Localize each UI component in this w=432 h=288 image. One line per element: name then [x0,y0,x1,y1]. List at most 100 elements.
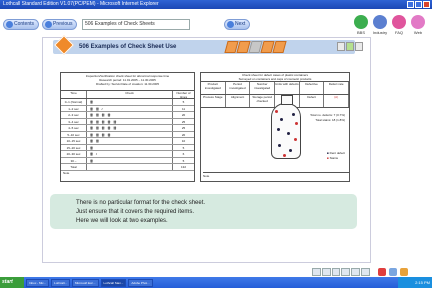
callout-line-1: There is no particular format for the ch… [76,200,206,206]
time-cell: 30 – [61,157,87,163]
page-controls [337,42,363,51]
sheet1-subtitle2: Drafted by: Suzuki Date of creation: 11.… [96,82,159,86]
page-forward-button[interactable] [355,42,363,51]
window-title: Lothcall Standard Edition V1.07(PC/PEM) … [3,1,159,7]
container-cap [281,95,293,105]
exit-icon[interactable] [400,268,408,276]
col-time: Time [61,91,87,98]
taskbar: start Inbox - Mic... Lothcall... Microso… [0,277,432,288]
sheet2-val-1: Alignment [226,95,251,107]
time-cell: 0–1 (Normal) [61,99,87,105]
sheet2-col-5: Defect rate [324,82,350,94]
task-item-4[interactable]: Adobe Phot... [128,278,153,287]
contents-icon [6,21,13,28]
task-item-3[interactable]: Lothcall Stan... [100,278,127,287]
bbs-label: BBS [356,30,365,35]
sheet1-column-headers: Time Check Number of times [61,91,194,99]
web-label: Web [413,30,423,35]
system-tray-clock: 2:15 PM [398,277,432,288]
tally-cell: 卌 [87,99,173,105]
count-cell: 5 [182,100,185,104]
task-item-0[interactable]: Inbox - Mic... [26,278,50,287]
stain-dot [289,149,292,152]
legend-stain-label: Stains [329,156,338,160]
contents-button[interactable]: Contents [3,19,40,30]
page-play-button[interactable] [346,42,354,51]
sheet2-col-1: Period investigated [226,82,251,94]
bbs-icon [354,15,368,29]
col-check: Check [87,91,173,98]
time-cell: 15–20 sec [61,144,87,150]
minimize-button[interactable] [407,1,414,8]
sheet2-header: Check sheet for defect cases of plastic … [201,73,349,82]
tally-cell: 卌 卌 / [87,105,173,111]
col-count: Number of times [176,91,191,99]
stain-dot [287,132,290,135]
step-5[interactable] [272,41,287,53]
page-select[interactable]: 506 Examples of Check Sheets [82,19,190,30]
count-cell: 132 [180,165,186,169]
sheet2-legend: ■ Dent defect ■ Stains [327,151,345,161]
callout-line-2: Just ensure that it covers the required … [76,209,195,215]
sheet1-header: Inspection/Verification check sheet for … [61,73,194,91]
next-arrow-icon [227,21,234,28]
legend-defect-label: Dent defect [329,151,345,155]
tally-cell: 卌 [87,157,173,163]
nav-seg-6[interactable] [361,268,370,276]
tally-cell: 卌 / [87,151,173,157]
tally-cell: 卌 卌 卌 卌 [87,131,173,137]
sheet2-val-2: Storage period checked [250,95,276,107]
help-icon[interactable] [378,268,386,276]
web-icon [411,15,425,29]
sheet2-val-0: Process Stage [201,95,226,107]
nav-seg-4[interactable] [341,268,351,276]
nav-seg-3[interactable] [331,268,341,276]
faq-button[interactable]: FAQ [390,15,408,35]
previous-button[interactable]: Previous [42,19,78,30]
lesson-banner: 506 Examples of Check Sheet Use [53,35,355,55]
sheet1-note: Note [63,170,70,175]
start-button[interactable]: start [0,277,24,288]
maximize-button[interactable] [415,1,422,8]
callout-line-3: Here we will look at two examples. [76,218,168,224]
print-icon[interactable] [389,268,397,276]
window-controls [407,1,430,8]
sheet2-col-4: Defective [300,82,325,94]
task-item-1[interactable]: Lothcall... [51,278,71,287]
count-cell: 25 [181,126,186,130]
window-titlebar: Lothcall Standard Edition V1.07(PC/PEM) … [0,0,432,9]
nav-seg-5[interactable] [351,268,361,276]
nav-seg-1[interactable] [312,268,321,276]
task-item-2[interactable]: Microsoft Exc... [72,278,99,287]
industry-label: Industry [372,30,388,35]
sheet2-col-2: Number investigated [250,82,276,94]
next-button[interactable]: Next [224,19,251,30]
time-cell: Total [61,164,87,170]
count-cell: 10 [181,139,186,143]
tally-cell: 卌 卌 卌 卌 卌 [87,125,173,131]
page-back-button[interactable] [337,42,345,51]
stain-dot [277,128,280,131]
sheet2-col-0: Product investigated [201,82,226,94]
count-cell: 5 [182,158,185,163]
bbs-button[interactable]: BBS [352,15,370,35]
defect-dot [283,154,286,157]
industry-button[interactable]: Industry [371,15,389,35]
count-cell: 6 [182,152,185,156]
faq-icon [392,15,406,29]
sheet2-val-5: (A) [324,95,350,107]
close-button[interactable] [423,1,430,8]
time-cell: 20–30 sec [61,151,87,157]
tally-cell: 卌 [87,144,173,150]
web-button[interactable]: Web [409,15,427,35]
tally-cell: 卌 卌 [87,138,173,144]
stain-dot [280,118,283,121]
side-icons [378,268,408,276]
lesson-nav-bar [312,268,370,276]
nav-seg-2[interactable] [321,268,331,276]
stain-dot [278,144,281,147]
toolbar: Contents Previous 506 Examples of Check … [0,9,432,35]
defect-dot [275,110,278,113]
time-cell: 10–15 sec [61,138,87,144]
time-cell: 5–10 sec [61,131,87,137]
